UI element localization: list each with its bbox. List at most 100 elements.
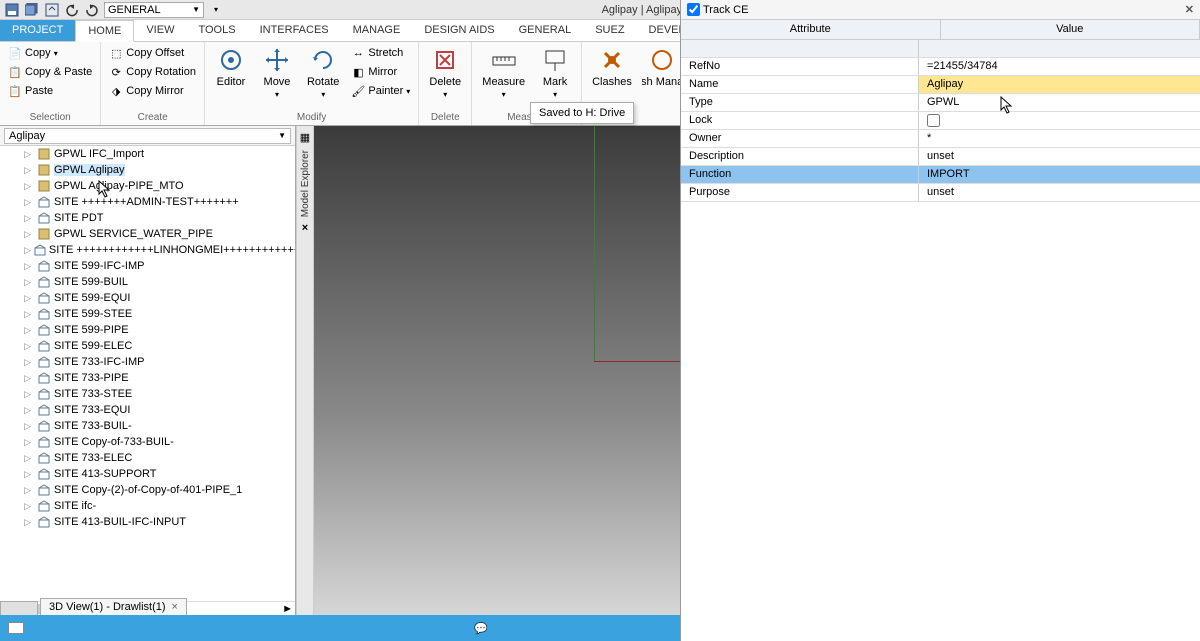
expand-icon[interactable]: ▷	[24, 149, 34, 160]
move-button[interactable]: Move▾	[257, 44, 297, 101]
expand-icon[interactable]: ▷	[24, 197, 34, 208]
tab-design-aids[interactable]: DESIGN AIDS	[412, 20, 506, 41]
copy-button[interactable]: 📄Copy ▾	[6, 44, 94, 62]
attr-value[interactable]: IMPORT	[919, 166, 1200, 183]
tree-item[interactable]: ▷GPWL IFC_Import	[0, 146, 295, 162]
attr-row[interactable]	[681, 40, 1200, 58]
panel-close-icon[interactable]: ✕	[1185, 3, 1194, 16]
clash-manager-button[interactable]: Clash Manager	[642, 44, 682, 90]
attr-value[interactable]: unset	[919, 184, 1200, 201]
expand-icon[interactable]: ▷	[24, 485, 34, 496]
tree-item[interactable]: ▷SITE 599-EQUI	[0, 290, 295, 306]
copy-paste-button[interactable]: 📋Copy & Paste	[6, 63, 94, 81]
copy-rotation-button[interactable]: ⟳Copy Rotation	[107, 63, 198, 81]
track-ce-input[interactable]	[687, 3, 700, 16]
expand-icon[interactable]: ▷	[24, 373, 34, 384]
expand-icon[interactable]: ▷	[24, 421, 34, 432]
measure-button[interactable]: Measure▾	[478, 44, 529, 101]
rotate-button[interactable]: Rotate▾	[303, 44, 343, 101]
view-tab-handle[interactable]	[0, 601, 38, 615]
expand-icon[interactable]: ▷	[24, 309, 34, 320]
breadcrumb-combo[interactable]: Aglipay▼	[4, 128, 291, 144]
painter-button[interactable]: 🖌Painter ▾	[349, 82, 412, 100]
tree-item[interactable]: ▷SITE 413-SUPPORT	[0, 466, 295, 482]
attr-value[interactable]: Aglipay	[919, 76, 1200, 93]
stretch-button[interactable]: ↔Stretch	[349, 44, 412, 62]
explorer-tree[interactable]: ▷GPWL IFC_Import▷GPWL Aglipay▷GPWL Aglip…	[0, 146, 295, 601]
tree-item[interactable]: ▷SITE 733-ELEC	[0, 450, 295, 466]
editor-button[interactable]: Editor	[211, 44, 251, 90]
save-all-icon[interactable]	[24, 2, 40, 18]
tree-item[interactable]: ▷GPWL SERVICE_WATER_PIPE	[0, 226, 295, 242]
status-flag-icon[interactable]	[8, 622, 24, 634]
tree-item[interactable]: ▷SITE +++++++ADMIN-TEST+++++++	[0, 194, 295, 210]
tree-item[interactable]: ▷SITE 733-EQUI	[0, 402, 295, 418]
expand-icon[interactable]: ▷	[24, 469, 34, 480]
tab-suez[interactable]: SUEZ	[583, 20, 636, 41]
mark-button[interactable]: Mark▾	[535, 44, 575, 101]
attr-row[interactable]: NameAglipay	[681, 76, 1200, 94]
lock-checkbox[interactable]	[927, 114, 940, 127]
expand-icon[interactable]: ▷	[24, 325, 34, 336]
attr-value[interactable]	[919, 112, 1200, 129]
attr-value[interactable]: =21455/34784	[919, 58, 1200, 75]
tree-item[interactable]: ▷SITE 733-BUIL-	[0, 418, 295, 434]
save-icon[interactable]	[4, 2, 20, 18]
attr-row[interactable]: Descriptionunset	[681, 148, 1200, 166]
expand-icon[interactable]: ▷	[24, 181, 34, 192]
status-chat-icon[interactable]: 💬	[474, 622, 488, 635]
attr-row[interactable]: RefNo=21455/34784	[681, 58, 1200, 76]
redo-icon[interactable]	[84, 2, 100, 18]
tree-item[interactable]: ▷SITE ++++++++++++LINHONGMEI++++++++++++…	[0, 242, 295, 258]
attr-row[interactable]: TypeGPWL	[681, 94, 1200, 112]
attr-value[interactable]	[919, 40, 1200, 57]
attr-row[interactable]: Purposeunset	[681, 184, 1200, 202]
tree-item[interactable]: ▷SITE 599-IFC-IMP	[0, 258, 295, 274]
expand-icon[interactable]: ▷	[24, 437, 34, 448]
track-ce-checkbox[interactable]: Track CE	[687, 3, 748, 16]
tab-manage[interactable]: MANAGE	[341, 20, 413, 41]
paste-button[interactable]: 📋Paste	[6, 82, 94, 100]
tab-interfaces[interactable]: INTERFACES	[248, 20, 341, 41]
expand-icon[interactable]: ▷	[24, 341, 34, 352]
tree-item[interactable]: ▷SITE 599-BUIL	[0, 274, 295, 290]
mirror-button[interactable]: ◧Mirror	[349, 63, 412, 81]
tree-item[interactable]: ▷SITE PDT	[0, 210, 295, 226]
qat-customize-icon[interactable]: ▾	[208, 2, 224, 18]
attr-row[interactable]: Owner*	[681, 130, 1200, 148]
expand-icon[interactable]: ▷	[24, 517, 34, 528]
attr-row[interactable]: FunctionIMPORT	[681, 166, 1200, 184]
tree-item[interactable]: ▷SITE 599-ELEC	[0, 338, 295, 354]
expand-icon[interactable]: ▷	[24, 229, 34, 240]
clashes-button[interactable]: Clashes	[588, 44, 636, 90]
attr-value[interactable]: *	[919, 130, 1200, 147]
view-tab-close-icon[interactable]: ×	[172, 601, 178, 613]
attr-row[interactable]: Lock	[681, 112, 1200, 130]
expand-icon[interactable]: ▷	[24, 245, 31, 256]
tree-item[interactable]: ▷SITE 599-PIPE	[0, 322, 295, 338]
tab-view[interactable]: VIEW	[134, 20, 186, 41]
expand-icon[interactable]: ▷	[24, 389, 34, 400]
expand-icon[interactable]: ▷	[24, 165, 34, 176]
expand-icon[interactable]: ▷	[24, 501, 34, 512]
expand-icon[interactable]: ▷	[24, 277, 34, 288]
expand-icon[interactable]: ▷	[24, 357, 34, 368]
attr-value[interactable]: unset	[919, 148, 1200, 165]
tree-item[interactable]: ▷SITE 733-PIPE	[0, 370, 295, 386]
tree-item[interactable]: ▷SITE 413-BUIL-IFC-INPUT	[0, 514, 295, 530]
tab-home[interactable]: HOME	[75, 20, 134, 42]
discipline-combo[interactable]: GENERAL ▼	[104, 2, 204, 18]
tab-tools[interactable]: TOOLS	[186, 20, 247, 41]
explorer-close-icon[interactable]: ×	[302, 222, 308, 234]
expand-icon[interactable]: ▷	[24, 293, 34, 304]
copy-offset-button[interactable]: ⬚Copy Offset	[107, 44, 198, 62]
tree-item[interactable]: ▷SITE 733-STEE	[0, 386, 295, 402]
copy-mirror-button[interactable]: ⬗Copy Mirror	[107, 82, 198, 100]
expand-icon[interactable]: ▷	[24, 453, 34, 464]
tab-general[interactable]: GENERAL	[507, 20, 584, 41]
tree-item[interactable]: ▷SITE ifc-	[0, 498, 295, 514]
tree-item[interactable]: ▷SITE 733-IFC-IMP	[0, 354, 295, 370]
delete-button[interactable]: Delete▾	[425, 44, 465, 101]
tree-item[interactable]: ▷GPWL Aglipay-PIPE_MTO	[0, 178, 295, 194]
scroll-right-icon[interactable]: ►	[282, 603, 293, 615]
